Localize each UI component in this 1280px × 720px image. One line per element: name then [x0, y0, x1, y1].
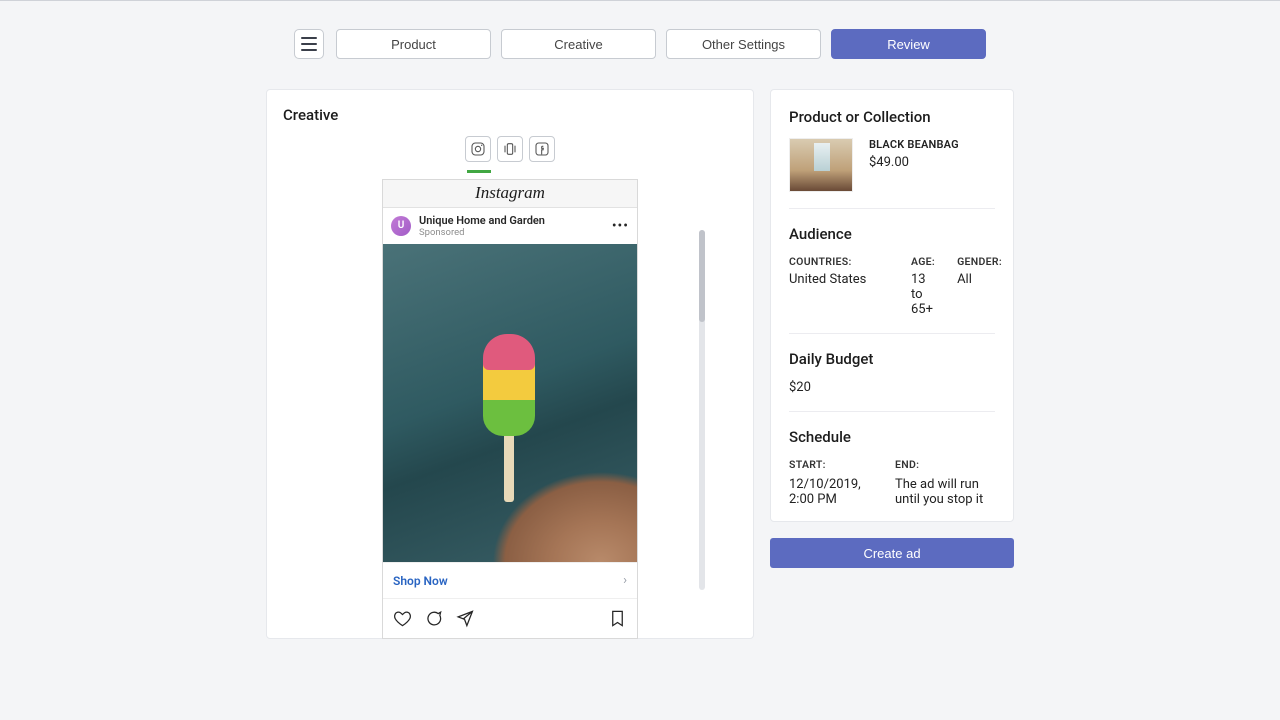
stories-icon — [502, 141, 518, 157]
instagram-icon — [470, 141, 486, 157]
start-label: START: — [789, 458, 873, 471]
post-menu-dots[interactable]: ••• — [612, 218, 629, 234]
ad-image — [383, 244, 637, 562]
preview-scrollbar[interactable] — [699, 230, 705, 590]
countries-label: COUNTRIES: — [789, 255, 889, 268]
ad-image-stick — [504, 432, 514, 502]
tab-other-settings[interactable]: Other Settings — [666, 29, 821, 59]
product-section-title: Product or Collection — [789, 108, 995, 126]
sponsored-label: Sponsored — [419, 227, 545, 238]
divider — [789, 411, 995, 412]
countries-value: United States — [789, 272, 889, 287]
tab-review[interactable]: Review — [831, 29, 986, 59]
creative-card: Creative — [266, 89, 754, 639]
ad-image-hand — [457, 422, 637, 562]
platform-tab-indicator — [467, 170, 491, 173]
platform-tab-instagram[interactable] — [465, 136, 491, 162]
summary-card: Product or Collection BLACK BEANBAG $49.… — [770, 89, 1014, 522]
platform-tab-stories[interactable] — [497, 136, 523, 162]
menu-button[interactable] — [294, 29, 324, 59]
platform-tabs — [283, 136, 737, 162]
ad-image-pop-pink — [483, 334, 535, 370]
tab-product[interactable]: Product — [336, 29, 491, 59]
product-thumbnail — [789, 138, 853, 192]
instagram-preview: Instagram U Unique Home and Garden Spons… — [382, 179, 638, 640]
step-tabs: Product Creative Other Settings Review — [336, 29, 986, 59]
cta-row[interactable]: Shop Now › — [383, 562, 637, 599]
gender-label: GENDER: — [957, 255, 1002, 268]
hamburger-bar — [301, 43, 317, 45]
gender-value: All — [957, 272, 1002, 287]
ad-image-pop-green — [483, 396, 535, 436]
heart-icon[interactable] — [393, 609, 412, 628]
start-value: 12/10/2019, 2:00 PM — [789, 477, 873, 507]
budget-title: Daily Budget — [789, 350, 995, 368]
page-avatar: U — [391, 216, 411, 236]
cta-label: Shop Now — [393, 574, 448, 588]
hamburger-bar — [301, 49, 317, 51]
share-icon[interactable] — [455, 609, 474, 628]
instagram-action-bar — [383, 599, 637, 638]
bookmark-icon[interactable] — [608, 609, 627, 628]
end-value: The ad will run until you stop it — [895, 477, 995, 507]
create-ad-button[interactable]: Create ad — [770, 538, 1014, 568]
instagram-logo-bar: Instagram — [383, 180, 637, 208]
page-name: Unique Home and Garden — [419, 214, 545, 227]
audience-title: Audience — [789, 225, 995, 243]
hamburger-bar — [301, 37, 317, 39]
creative-title: Creative — [283, 106, 737, 124]
product-name: BLACK BEANBAG — [869, 138, 959, 151]
age-label: AGE: — [911, 255, 935, 268]
facebook-icon — [534, 141, 550, 157]
divider — [789, 208, 995, 209]
budget-value: $20 — [789, 380, 995, 395]
schedule-title: Schedule — [789, 428, 995, 446]
scrollbar-thumb[interactable] — [699, 230, 705, 322]
comment-icon[interactable] — [424, 609, 443, 628]
age-value: 13 to 65+ — [911, 272, 935, 317]
chevron-right-icon: › — [623, 573, 627, 588]
product-price: $49.00 — [869, 155, 959, 170]
end-label: END: — [895, 458, 995, 471]
divider — [789, 333, 995, 334]
instagram-post-header: U Unique Home and Garden Sponsored ••• — [383, 208, 637, 245]
tab-creative[interactable]: Creative — [501, 29, 656, 59]
platform-tab-facebook[interactable] — [529, 136, 555, 162]
